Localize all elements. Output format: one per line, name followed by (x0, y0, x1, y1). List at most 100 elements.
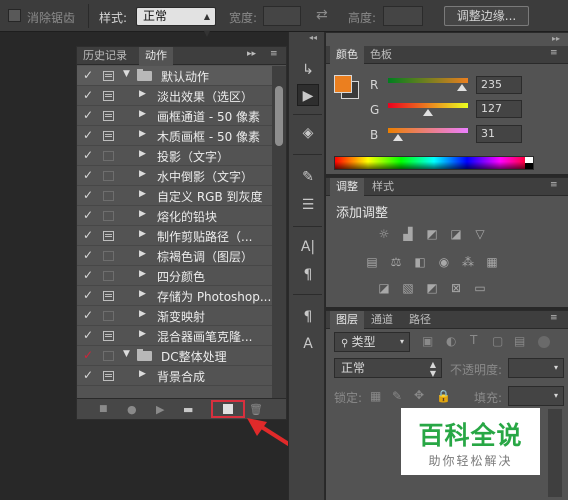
shape-filter-icon[interactable]: ▢ (492, 334, 503, 348)
selective-color-icon[interactable]: ⊠ (448, 281, 464, 295)
photo-filter-icon[interactable]: ◉ (436, 255, 452, 269)
brush-presets-icon[interactable]: ☰ (297, 194, 319, 216)
collapsed-triangle-icon[interactable]: ▶ (139, 269, 146, 279)
paragraph-styles-icon[interactable]: A (297, 333, 319, 355)
collapse-icon[interactable]: ▸▸ (552, 34, 560, 43)
opacity-input[interactable]: ▾ (508, 358, 564, 378)
collapsed-triangle-icon[interactable]: ▶ (139, 129, 146, 139)
lock-all-icon[interactable]: 🔒 (436, 389, 451, 403)
panel-menu-icon[interactable]: ≡ (270, 49, 278, 59)
curves-icon[interactable]: ◩ (424, 227, 440, 241)
new-set-icon[interactable]: ▬ (183, 403, 193, 416)
color-balance-icon[interactable]: ⚖ (388, 255, 404, 269)
posterize-icon[interactable]: ▧ (400, 281, 416, 295)
r-value[interactable]: 235 (476, 76, 522, 94)
color-ramp[interactable] (334, 156, 534, 170)
tab-adjustments[interactable]: 调整 (330, 178, 364, 196)
antialias-checkbox[interactable] (8, 9, 21, 22)
action-row[interactable]: ✓ ▶ 背景合成 (77, 366, 272, 386)
action-row[interactable]: ✓ ▶ 四分颜色 (77, 266, 272, 286)
dialog-toggle-icon[interactable] (103, 91, 114, 101)
hue-saturation-icon[interactable]: ▤ (364, 255, 380, 269)
toggle-check-icon[interactable]: ✓ (83, 268, 93, 282)
dialog-toggle-icon[interactable] (103, 311, 114, 321)
collapsed-triangle-icon[interactable]: ▶ (139, 109, 146, 119)
tab-actions[interactable]: 动作 (139, 47, 173, 65)
collapsed-triangle-icon[interactable]: ▶ (139, 89, 146, 99)
b-value[interactable]: 31 (476, 125, 522, 143)
collapse-icon[interactable]: ▸▸ (247, 49, 256, 59)
action-row[interactable]: ✓ ▶ 熔化的铅块 (77, 206, 272, 226)
dialog-toggle-icon[interactable] (103, 211, 114, 221)
character-styles-icon[interactable]: ¶ (297, 306, 319, 328)
layers-scrollbar[interactable] (548, 409, 562, 497)
collapsed-triangle-icon[interactable]: ▶ (139, 229, 146, 239)
action-row[interactable]: ✓ ▶ 制作剪贴路径（... (77, 226, 272, 246)
toggle-check-icon[interactable]: ✓ (83, 368, 93, 382)
invert-icon[interactable]: ◪ (376, 281, 392, 295)
actions-scrollbar[interactable] (272, 66, 286, 398)
panel-menu-icon[interactable]: ≡ (550, 313, 558, 323)
filter-toggle[interactable] (538, 336, 550, 348)
action-row[interactable]: ✓ ▶ 投影（文字） (77, 146, 272, 166)
collapsed-triangle-icon[interactable]: ▶ (139, 249, 146, 259)
action-row[interactable]: ✓ ▶ 渐变映射 (77, 306, 272, 326)
toggle-check-icon[interactable]: ✓ (83, 168, 93, 182)
fill-input[interactable]: ▾ (508, 386, 564, 406)
brush-icon[interactable]: ✎ (297, 166, 319, 188)
channel-mixer-icon[interactable]: ⁂ (460, 255, 476, 269)
collapsed-triangle-icon[interactable]: ▶ (139, 329, 146, 339)
dialog-toggle-icon[interactable] (103, 251, 114, 261)
collapsed-triangle-icon[interactable]: ▶ (139, 149, 146, 159)
b-slider[interactable] (388, 128, 468, 133)
levels-icon[interactable]: ▟ (400, 227, 416, 241)
dialog-toggle-icon[interactable] (103, 171, 114, 181)
collapsed-triangle-icon[interactable]: ▶ (139, 309, 146, 319)
action-set-row[interactable]: ✓ ▼ 默认动作 (77, 66, 272, 86)
lock-move-icon[interactable]: ✥ (414, 388, 424, 402)
vibrance-icon[interactable]: ▽ (472, 227, 488, 241)
b-slider-knob[interactable] (392, 134, 403, 141)
stop-icon[interactable]: ■ (99, 404, 108, 414)
toggle-check-icon[interactable]: ✓ (83, 288, 93, 302)
color-lookup-icon[interactable]: ▦ (484, 255, 500, 269)
action-row[interactable]: ✓ ▶ 淡出效果（选区） (77, 86, 272, 106)
dialog-toggle-icon[interactable] (103, 71, 114, 81)
smart-object-filter-icon[interactable]: ▤ (514, 334, 525, 348)
dialog-toggle-icon[interactable] (103, 231, 114, 241)
action-row[interactable]: ✓ ▶ 水中倒影（文字） (77, 166, 272, 186)
dialog-toggle-icon[interactable] (103, 351, 114, 361)
r-slider-knob[interactable] (456, 84, 467, 91)
collapsed-triangle-icon[interactable]: ▶ (139, 369, 146, 379)
foreground-color-swatch[interactable] (334, 75, 352, 93)
action-row[interactable]: ✓ ▶ 存储为 Photoshop... (77, 286, 272, 306)
toggle-check-icon[interactable]: ✓ (83, 248, 93, 262)
panel-menu-icon[interactable]: ≡ (550, 48, 558, 58)
expand-triangle-icon[interactable]: ▼ (123, 349, 130, 359)
action-row[interactable]: ✓ ▶ 混合器画笔克隆... (77, 326, 272, 346)
action-row[interactable]: ✓ ▶ 自定义 RGB 到灰度 (77, 186, 272, 206)
toggle-check-icon[interactable]: ✓ (83, 348, 93, 362)
toggle-check-icon[interactable]: ✓ (83, 88, 93, 102)
scroll-thumb[interactable] (275, 86, 283, 146)
expand-triangle-icon[interactable]: ▼ (123, 69, 130, 79)
toggle-check-icon[interactable]: ✓ (83, 208, 93, 222)
action-set-row[interactable]: ✓ ▼ DC整体处理 (77, 346, 272, 366)
layer-filter-select[interactable]: ⚲ 类型 ▾ (334, 332, 410, 352)
action-row[interactable]: ✓ ▶ 棕褐色调（图层） (77, 246, 272, 266)
panel-menu-icon[interactable]: ≡ (550, 180, 558, 190)
lock-transparent-icon[interactable]: ▦ (370, 389, 381, 403)
dialog-toggle-icon[interactable] (103, 331, 114, 341)
collapsed-triangle-icon[interactable]: ▶ (139, 289, 146, 299)
toggle-check-icon[interactable]: ✓ (83, 128, 93, 142)
black-swatch[interactable] (525, 163, 533, 169)
dialog-toggle-icon[interactable] (103, 131, 114, 141)
dialog-toggle-icon[interactable] (103, 291, 114, 301)
tab-paths[interactable]: 路径 (403, 311, 437, 329)
g-slider[interactable] (388, 103, 468, 108)
gradient-map-icon[interactable]: ▭ (472, 281, 488, 295)
collapsed-triangle-icon[interactable]: ▶ (139, 169, 146, 179)
black-white-icon[interactable]: ◧ (412, 255, 428, 269)
delete-icon[interactable]: 🗑 (249, 403, 263, 416)
dialog-toggle-icon[interactable] (103, 271, 114, 281)
